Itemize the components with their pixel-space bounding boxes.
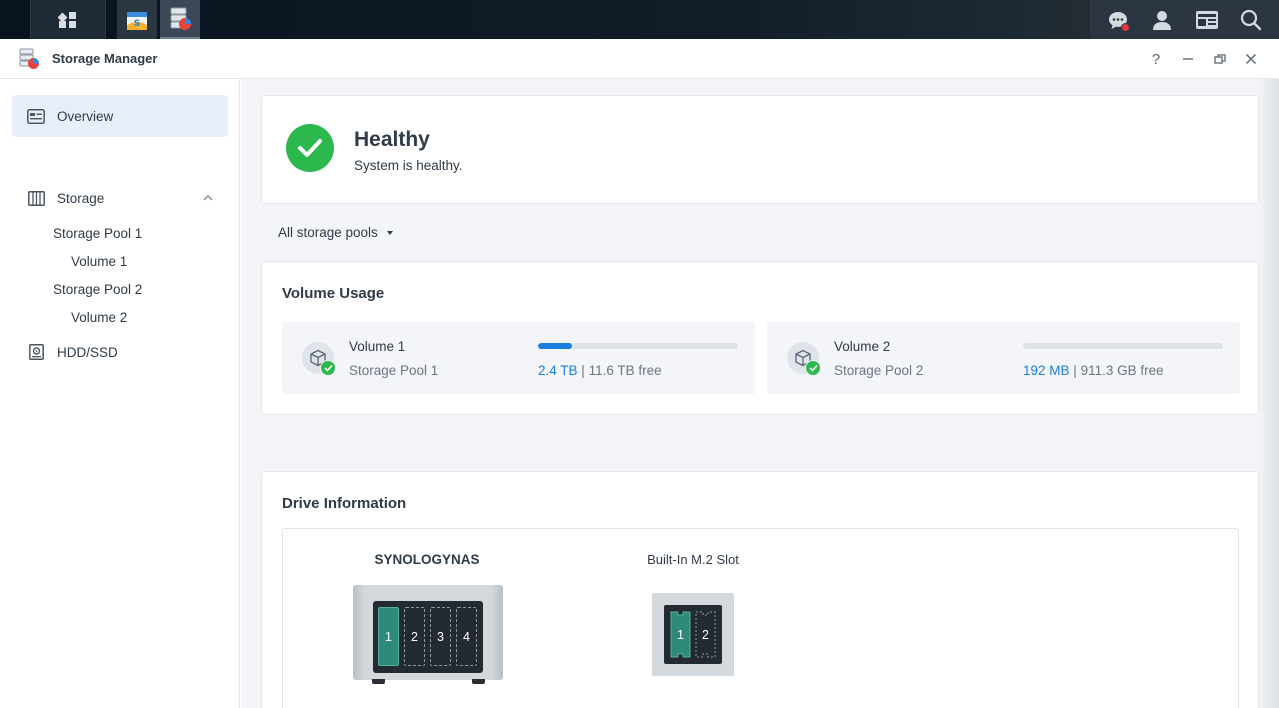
sidebar-item-storage[interactable]: Storage	[12, 179, 228, 217]
close-button[interactable]	[1240, 48, 1262, 70]
volume-usage-text: 2.4 TB | 11.6 TB free	[538, 363, 662, 378]
sidebar-item-storage-pool-2[interactable]: Storage Pool 2	[53, 278, 142, 300]
drive-bay[interactable]: 1	[378, 607, 399, 666]
drive-bay[interactable]: 3	[430, 607, 451, 666]
volume-usage-title: Volume Usage	[282, 285, 385, 302]
notification-badge	[1121, 22, 1131, 32]
health-status-icon	[286, 124, 334, 172]
help-button[interactable]: ?	[1145, 48, 1167, 70]
sidebar-item-storage-pool-1[interactable]: Storage Pool 1	[53, 222, 142, 244]
search-icon	[1240, 9, 1262, 30]
taskbar: S	[0, 0, 1279, 39]
sidebar-item-volume-1[interactable]: Volume 1	[71, 250, 127, 272]
m2-slot[interactable]: 2	[695, 611, 716, 658]
m2-slot-device[interactable]: 1 2	[652, 593, 734, 676]
sidebar: Overview Storage Storage Pool 1 Volume 1	[0, 79, 240, 708]
checkmark-icon	[298, 139, 322, 157]
user-icon	[1153, 10, 1172, 30]
sidebar-item-label: Overview	[57, 108, 114, 124]
widgets-icon	[1195, 10, 1218, 29]
search-button[interactable]	[1236, 5, 1266, 35]
storage-pool-filter-dropdown[interactable]: All storage pools	[278, 225, 393, 240]
close-icon	[1245, 53, 1257, 65]
volume-used: 2.4 TB	[538, 363, 578, 378]
m2-slots: 1 2	[664, 605, 722, 664]
volume-usage-bar	[1023, 343, 1223, 349]
drive-bay[interactable]: 4	[456, 607, 477, 666]
sidebar-item-label: Storage Pool 1	[53, 225, 143, 241]
window-title: Storage Manager	[52, 51, 158, 66]
volume-usage-item[interactable]: Volume 2 Storage Pool 2 192 MB | 911.3 G…	[767, 322, 1240, 394]
volume-healthy-icon	[805, 360, 821, 376]
notifications-button[interactable]	[1103, 5, 1133, 35]
window-titlebar: Storage Manager ?	[0, 39, 1279, 79]
sidebar-item-overview[interactable]: Overview	[12, 95, 228, 137]
hdd-icon	[27, 344, 45, 360]
caret-down-icon	[386, 230, 393, 235]
volume-name: Volume 1	[349, 339, 406, 354]
sidebar-item-label: Volume 1	[71, 253, 128, 269]
main-menu-button[interactable]	[30, 0, 106, 39]
nas-drive-bays: 1 2 3 4	[373, 601, 483, 673]
drive-information-title: Drive Information	[282, 495, 407, 512]
drive-diagram: SYNOLOGYNAS 1 2 3 4 Built-In M.2 Slot 1 …	[282, 528, 1239, 708]
volume-healthy-icon	[320, 360, 336, 376]
m2-slot-label: Built-In M.2 Slot	[647, 552, 739, 567]
m2-slot[interactable]: 1	[670, 611, 691, 658]
health-status-title: Healthy	[354, 128, 430, 151]
volume-used: 192 MB	[1023, 363, 1070, 378]
volume-free: 11.6 TB free	[588, 363, 662, 378]
nas-device[interactable]: 1 2 3 4	[353, 585, 503, 680]
sidebar-item-label: Volume 2	[71, 309, 128, 325]
volume-pool: Storage Pool 2	[834, 363, 924, 378]
sidebar-item-volume-2[interactable]: Volume 2	[71, 306, 127, 328]
taskbar-app-package-center[interactable]: S	[117, 0, 157, 39]
storage-manager-window: Storage Manager ? Overview Storage Stora…	[0, 39, 1279, 708]
volume-pool: Storage Pool 1	[349, 363, 439, 378]
drive-bay[interactable]: 2	[404, 607, 425, 666]
restore-icon	[1214, 54, 1226, 64]
main-content: Healthy System is healthy. All storage p…	[241, 79, 1279, 708]
volume-usage-bar-fill	[538, 343, 572, 349]
restore-button[interactable]	[1209, 48, 1231, 70]
svg-text:S: S	[134, 19, 140, 29]
sidebar-item-label: HDD/SSD	[57, 344, 118, 360]
nas-foot	[372, 679, 385, 684]
sidebar-item-label: Storage	[57, 190, 105, 206]
package-center-icon: S	[127, 11, 147, 30]
nas-foot	[472, 679, 485, 684]
volume-usage-item[interactable]: Volume 1 Storage Pool 1 2.4 TB | 11.6 TB…	[282, 322, 755, 394]
minimize-button[interactable]	[1177, 48, 1199, 70]
chevron-up-icon[interactable]	[203, 194, 213, 201]
volume-usage-separator: |	[581, 363, 585, 378]
storage-pool-filter-label: All storage pools	[278, 225, 378, 240]
taskbar-tray	[1090, 0, 1279, 39]
main-menu-icon	[58, 11, 76, 28]
sidebar-item-hdd-ssd[interactable]: HDD/SSD	[12, 333, 228, 371]
taskbar-app-storage-manager[interactable]	[160, 0, 200, 39]
storage-icon	[27, 190, 45, 206]
user-menu-button[interactable]	[1147, 5, 1177, 35]
storage-manager-icon	[170, 7, 191, 30]
volume-usage-separator: |	[1073, 363, 1077, 378]
volume-name: Volume 2	[834, 339, 891, 354]
volume-usage-text: 192 MB | 911.3 GB free	[1023, 363, 1164, 378]
drive-information-card: Drive Information SYNOLOGYNAS 1 2 3 4 Bu…	[261, 471, 1259, 708]
minimize-icon	[1183, 58, 1193, 60]
nas-name: SYNOLOGYNAS	[374, 552, 480, 567]
storage-manager-app-icon	[19, 48, 39, 69]
volume-free: 911.3 GB free	[1080, 363, 1164, 378]
health-status-card: Healthy System is healthy.	[261, 95, 1259, 204]
volume-usage-card: Volume Usage Volume 1 Storage Pool 1 2.4…	[261, 261, 1259, 415]
health-status-message: System is healthy.	[354, 158, 463, 173]
volume-usage-bar	[538, 343, 738, 349]
widgets-button[interactable]	[1192, 5, 1222, 35]
overview-icon	[27, 108, 45, 124]
sidebar-item-label: Storage Pool 2	[53, 281, 143, 297]
